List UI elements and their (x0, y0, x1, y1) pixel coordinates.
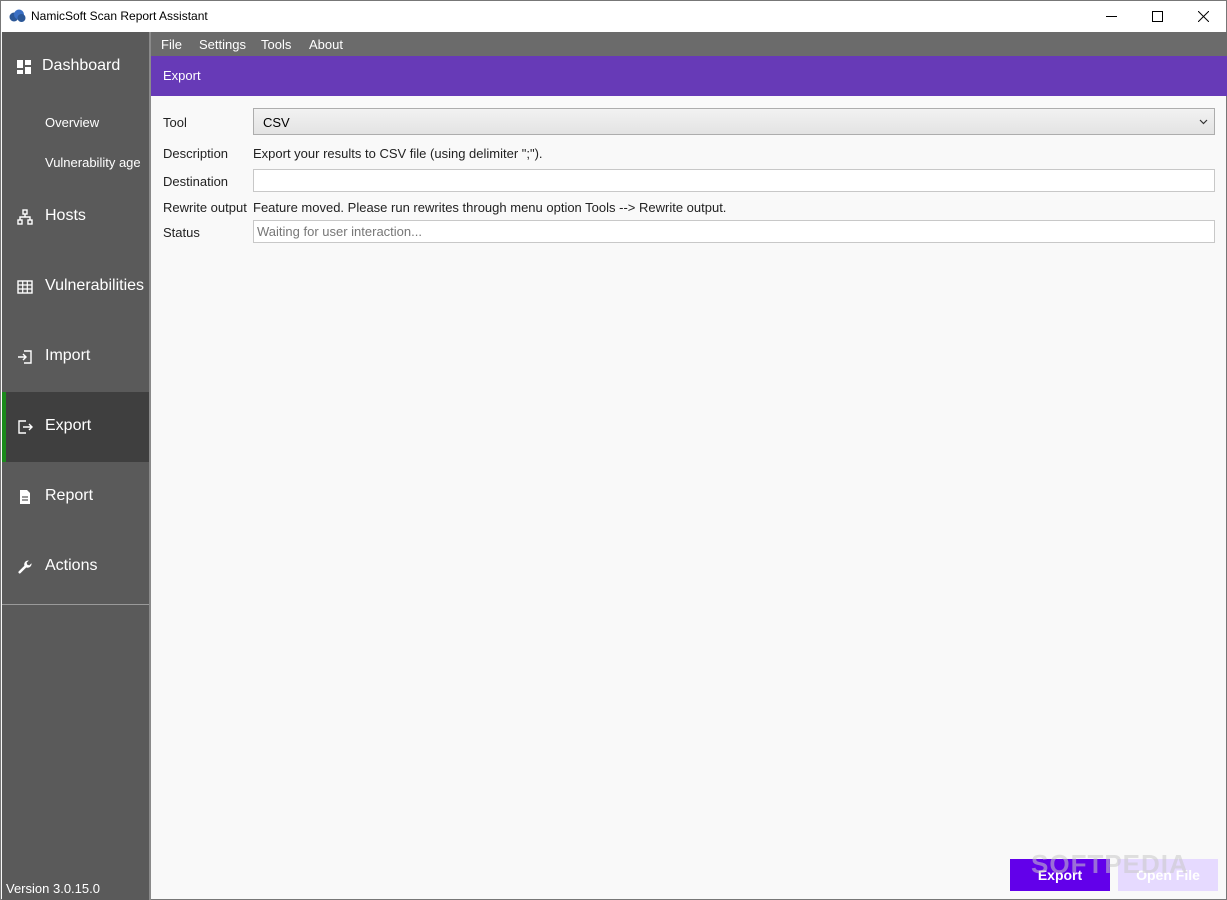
menu-tools[interactable]: Tools (261, 37, 291, 52)
document-icon (20, 490, 30, 504)
sidebar-item-label: Vulnerabilities (45, 277, 145, 294)
sidebar-item-label: Actions (45, 557, 98, 574)
tool-label: Tool (163, 115, 187, 130)
status-field[interactable] (253, 220, 1215, 243)
maximize-button[interactable] (1134, 1, 1180, 32)
dashboard-icon (17, 60, 31, 74)
sidebar-item-vulnerabilities[interactable]: Vulnerabilities (2, 252, 149, 322)
export-button[interactable]: Export (1010, 859, 1110, 891)
tool-select-value: CSV (263, 115, 290, 130)
menu-file[interactable]: File (161, 37, 182, 52)
menu-bar: File Settings Tools About (151, 32, 1227, 56)
description-label: Description (163, 146, 229, 161)
sidebar-item-label: Report (45, 487, 94, 504)
open-file-button[interactable]: Open File (1118, 859, 1218, 891)
import-icon (18, 350, 32, 364)
network-icon (17, 209, 33, 225)
tool-select[interactable]: CSV (253, 108, 1215, 135)
sidebar: Dashboard Overview Vulnerability age Hos… (2, 32, 149, 900)
sidebar-item-import[interactable]: Import (2, 322, 149, 392)
wrench-icon (18, 560, 32, 574)
minimize-button[interactable] (1088, 1, 1134, 32)
rewrite-output-value: Feature moved. Please run rewrites throu… (253, 200, 727, 215)
sidebar-item-label: Export (45, 417, 92, 434)
sidebar-splitter[interactable] (149, 32, 151, 900)
sidebar-item-actions[interactable]: Actions (2, 532, 149, 602)
status-label: Status (163, 225, 200, 240)
table-icon (17, 280, 33, 294)
title-bar[interactable]: NamicSoft Scan Report Assistant (1, 1, 1226, 32)
close-button[interactable] (1180, 1, 1226, 32)
sidebar-item-label: Dashboard (42, 57, 121, 74)
minimize-icon (1105, 16, 1117, 17)
page-title: Export (163, 68, 201, 83)
window-title: NamicSoft Scan Report Assistant (31, 9, 208, 23)
export-icon (18, 420, 33, 434)
sidebar-item-dashboard[interactable]: Dashboard (2, 32, 149, 102)
description-value: Export your results to CSV file (using d… (253, 146, 543, 161)
cloud-icon (9, 9, 26, 22)
version-label: Version 3.0.15.0 (6, 881, 100, 896)
menu-about[interactable]: About (309, 37, 343, 52)
maximize-icon (1151, 11, 1163, 22)
rewrite-output-label: Rewrite output (163, 200, 247, 215)
sidebar-item-label: Import (45, 347, 91, 364)
app-window: NamicSoft Scan Report Assistant Dashboar… (0, 0, 1227, 900)
destination-label: Destination (163, 174, 229, 189)
menu-settings[interactable]: Settings (199, 37, 246, 52)
page-header: Export (151, 56, 1227, 96)
sidebar-item-export[interactable]: Export (2, 392, 149, 462)
sidebar-item-label: Hosts (45, 207, 86, 224)
sidebar-item-report[interactable]: Report (2, 462, 149, 532)
sidebar-item-overview[interactable]: Overview (45, 115, 99, 130)
sidebar-divider (2, 604, 149, 605)
sidebar-item-vulnerability-age[interactable]: Vulnerability age (45, 155, 141, 170)
destination-input[interactable] (253, 169, 1215, 192)
close-icon (1197, 11, 1209, 22)
chevron-down-icon (1199, 119, 1208, 125)
sidebar-item-hosts[interactable]: Hosts (2, 182, 149, 252)
